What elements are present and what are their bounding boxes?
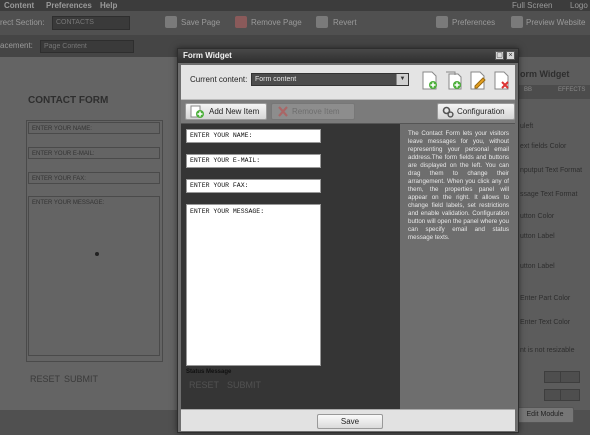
current-content-bar: Current content: Form content ▼	[181, 65, 515, 100]
preview-website-icon	[511, 16, 523, 28]
background-fax-field: ENTER YOUR FAX:	[28, 172, 160, 184]
save-page-button[interactable]: Save Page	[181, 11, 220, 35]
remove-item-icon	[278, 106, 288, 117]
background-reset: RESET	[30, 374, 61, 384]
logout-link[interactable]: Logo	[570, 0, 588, 11]
dialog-footer: Save	[181, 409, 515, 431]
direct-section-select[interactable]: CONTACTS	[52, 16, 130, 30]
remove-page-icon	[235, 16, 247, 28]
side-item[interactable]: nt is not resizable	[520, 347, 574, 354]
background-submit: SUBMIT	[64, 374, 99, 384]
side-item[interactable]: uleft	[520, 123, 533, 130]
revert-icon	[316, 16, 328, 28]
menu-help[interactable]: Help	[100, 0, 117, 11]
reset-button[interactable]: RESET	[189, 380, 219, 390]
widget-description: The Contact Form lets your visitors leav…	[408, 130, 509, 241]
form-widget-dialog: Form Widget ▢ × Current content: Form co…	[177, 48, 519, 433]
background-message-field: ENTER YOUR MESSAGE:	[28, 196, 160, 356]
side-item[interactable]: utton Label	[520, 233, 555, 240]
preview-website-button[interactable]: Preview Website	[526, 11, 585, 35]
dialog-title-bar[interactable]: Form Widget ▢ ×	[178, 49, 518, 63]
side-item[interactable]: Enter Part Color	[520, 295, 570, 302]
add-new-item-label: Add New Item	[209, 107, 260, 116]
side-panel-title: orm Widget	[520, 69, 570, 79]
menu-preferences[interactable]: Preferences	[46, 0, 92, 11]
side-item[interactable]: utton Label	[520, 263, 555, 270]
close-icon[interactable]: ×	[506, 51, 515, 60]
add-item-icon	[190, 105, 204, 118]
menu-content[interactable]: Content	[4, 0, 34, 11]
side-item[interactable]: ssage Text Format	[520, 191, 577, 198]
menu-bar: Content Preferences Help Full Screen Log…	[0, 0, 590, 11]
side-item[interactable]: nputput Text Format	[520, 167, 582, 174]
description-panel: The Contact Form lets your visitors leav…	[400, 124, 515, 409]
status-message[interactable]: Status Message	[186, 369, 231, 375]
name-field[interactable]: ENTER YOUR NAME:	[186, 129, 321, 143]
side-tab-1[interactable]: BB	[524, 87, 532, 93]
chevron-down-icon: ▼	[396, 74, 408, 85]
side-input[interactable]	[560, 389, 580, 401]
form-preview-area: ENTER YOUR NAME: ENTER YOUR E-MAIL: ENTE…	[181, 124, 400, 409]
full-screen-link[interactable]: Full Screen	[512, 0, 552, 11]
preferences-icon	[436, 16, 448, 28]
direct-section-label: rect Section:	[0, 18, 45, 27]
email-field[interactable]: ENTER YOUR E-MAIL:	[186, 154, 321, 168]
main-toolbar: rect Section: CONTACTS Save Page Remove …	[0, 11, 590, 35]
side-item[interactable]: utton Color	[520, 213, 554, 220]
page-title: CONTACT FORM	[28, 95, 109, 106]
gear-icon	[442, 106, 454, 118]
remove-item-label: Remove Item	[292, 107, 340, 116]
side-item[interactable]: Enter Text Color	[520, 319, 570, 326]
add-new-item-button[interactable]: Add New Item	[185, 103, 267, 120]
preferences-button[interactable]: Preferences	[452, 11, 495, 35]
submit-button[interactable]: SUBMIT	[227, 380, 261, 390]
side-panel-tabs: BB EFFECTS	[516, 85, 590, 99]
maximize-icon[interactable]: ▢	[495, 51, 504, 60]
remove-item-button[interactable]: Remove Item	[271, 103, 355, 120]
configuration-label: Configuration	[457, 107, 505, 116]
placement-select[interactable]: Page Content	[40, 40, 134, 53]
dialog-title: Form Widget	[183, 51, 232, 60]
background-email-field: ENTER YOUR E-MAIL:	[28, 147, 160, 159]
rename-content-icon[interactable]	[469, 71, 486, 90]
delete-content-icon[interactable]	[493, 71, 510, 90]
fax-field[interactable]: ENTER YOUR FAX:	[186, 179, 321, 193]
cursor-dot	[95, 252, 99, 256]
save-page-icon	[165, 16, 177, 28]
side-tab-effects[interactable]: EFFECTS	[558, 87, 585, 93]
side-input[interactable]	[560, 371, 580, 383]
current-content-select[interactable]: Form content ▼	[251, 73, 409, 86]
message-field[interactable]: ENTER YOUR MESSAGE:	[186, 204, 321, 366]
revert-button[interactable]: Revert	[333, 11, 357, 35]
remove-page-button[interactable]: Remove Page	[251, 11, 302, 35]
properties-side-panel: orm Widget BB EFFECTS uleft ext fields C…	[516, 57, 590, 415]
save-button[interactable]: Save	[317, 414, 383, 429]
item-toolbar: Add New Item Remove Item Configuration	[181, 100, 515, 124]
side-item[interactable]: ext fields Color	[520, 143, 566, 150]
placement-label: acement:	[0, 41, 33, 50]
current-content-value: Form content	[255, 76, 297, 83]
background-name-field: ENTER YOUR NAME:	[28, 122, 160, 134]
new-content-icon[interactable]	[421, 71, 438, 90]
current-content-label: Current content:	[190, 75, 248, 84]
configuration-button[interactable]: Configuration	[437, 103, 515, 120]
duplicate-content-icon[interactable]	[445, 71, 462, 90]
edit-module-button[interactable]: Edit Module	[516, 407, 574, 423]
